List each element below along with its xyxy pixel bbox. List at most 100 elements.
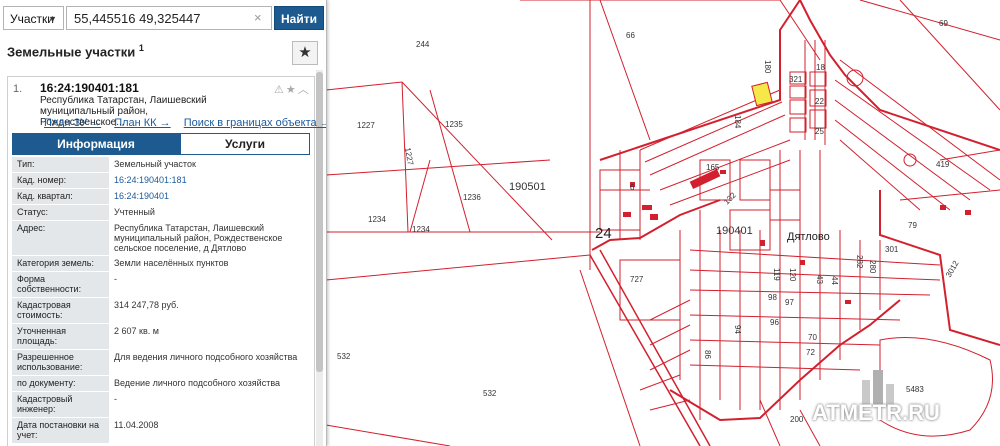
map-label: 44 (830, 276, 839, 285)
prop-key: Разрешенное использование: (12, 349, 109, 376)
map-label: 200 (790, 415, 804, 424)
result-links: План ЗУ → План КК → Поиск в границах объ… (44, 117, 326, 129)
map-label: 280 (868, 260, 877, 274)
map-label: 1227 (357, 121, 375, 130)
prop-value[interactable]: 16:24:190401 (109, 189, 310, 205)
find-button[interactable]: Найти (274, 6, 324, 30)
map-label: 532 (337, 352, 351, 361)
map-label: 66 (626, 31, 635, 40)
table-row: Тип: Земельный участок (12, 157, 310, 173)
table-row: Категория земель: Земли населённых пункто… (12, 255, 310, 272)
prop-value: - (114, 273, 117, 284)
panel-title: Земельные участки 1 (7, 43, 144, 59)
map-label: 180 (763, 60, 772, 74)
table-row: Дата постановки на учет: 11.04.2008 (12, 417, 310, 444)
search-in-bounds-link[interactable]: Поиск в границах объекта → (184, 117, 326, 129)
table-row: по документу: Ведение личного подсобного … (12, 375, 310, 392)
map-label: 25 (815, 127, 824, 136)
search-bar: Участки ▼ × Найти (3, 6, 324, 32)
map-label: 22 (815, 97, 824, 106)
table-row: Кадастровая стоимость: 314 247,78 руб. (12, 297, 310, 324)
prop-value: Для ведения личного подсобного хозяйства (114, 351, 298, 362)
map-label: 43 (815, 275, 824, 284)
map-label: 190501 (509, 181, 546, 193)
map-label: 79 (908, 221, 917, 230)
table-row: Статус: Учтенный (12, 204, 310, 221)
table-row: Форма собственности: - (12, 271, 310, 298)
map-label: 86 (703, 350, 712, 359)
prop-key: Кад. номер: (12, 172, 109, 189)
result-count: 1 (138, 43, 144, 53)
search-input[interactable] (66, 6, 272, 30)
map-label: 532 (483, 389, 497, 398)
map-label: 727 (630, 275, 644, 284)
plan-kk-link[interactable]: План КК → (114, 117, 170, 129)
map-label: 119 (772, 268, 781, 281)
map-label: 1234 (412, 225, 430, 234)
map-label: 24 (595, 225, 612, 242)
map-label: 190401 (716, 225, 753, 237)
prop-value: 11.04.2008 (114, 419, 159, 430)
tab-information[interactable]: Информация (12, 133, 180, 155)
prop-key: по документу: (12, 375, 109, 392)
prop-key: Категория земель: (12, 255, 109, 272)
properties-table: Тип: Земельный участок Кад. номер: 16:24:1… (12, 157, 310, 444)
star-icon[interactable]: ★ (286, 84, 298, 96)
map-label: 419 (936, 160, 950, 169)
chevron-down-icon: ▼ (48, 14, 57, 24)
map-label: 18 (816, 63, 825, 72)
table-row: Кад. квартал: 16:24:190401 (12, 188, 310, 205)
map-label: 69 (939, 19, 948, 28)
search-type-select[interactable]: Участки ▼ (3, 6, 64, 30)
map-label: 282 (855, 255, 864, 269)
prop-key: Статус: (12, 204, 109, 221)
table-row: Уточненная площадь: 2 607 кв. м (12, 323, 310, 350)
prop-value[interactable]: 16:24:190401:181 (109, 173, 310, 189)
result-actions: ⚠★︿ (274, 81, 311, 97)
plan-zu-link[interactable]: План ЗУ → (44, 117, 101, 129)
clear-icon[interactable]: × (254, 10, 262, 25)
table-row: Разрешенное использование: Для ведения ли… (12, 349, 310, 376)
prop-key: Уточненная площадь: (12, 323, 109, 350)
prop-key: Тип: (12, 157, 109, 173)
map-label: Дятлово (787, 231, 830, 243)
prop-key: Адрес: (12, 220, 109, 256)
prop-key: Кадастровый инженер: (12, 391, 109, 418)
map-label: 244 (416, 40, 430, 49)
prop-key: Кадастровая стоимость: (12, 297, 109, 324)
prop-value: Ведение личного подсобного хозяйства (114, 377, 281, 388)
prop-value: Учтенный (114, 206, 155, 217)
table-row: Кадастровый инженер: - (12, 391, 310, 418)
result-tabs: Информация Услуги (12, 133, 310, 155)
watermark-text: ATMETR.RU (812, 400, 940, 425)
map-label: 1235 (445, 120, 463, 129)
prop-value: Республика Татарстан, Лаишевский муницип… (114, 222, 283, 253)
map-label: 70 (808, 333, 817, 342)
search-panel: Участки ▼ × Найти Земельные участки 1 ★ … (0, 0, 327, 446)
map-label: 1234 (368, 215, 386, 224)
prop-value: 2 607 кв. м (114, 325, 159, 336)
prop-value: 314 247,78 руб. (114, 299, 179, 310)
map-label: 94 (733, 325, 742, 334)
map-label: 5483 (906, 385, 924, 394)
map-label: 96 (770, 318, 779, 327)
map-label: 321 (789, 75, 803, 84)
chevron-up-icon[interactable]: ︿ (298, 84, 311, 96)
map-label: 97 (785, 298, 794, 307)
map-label: 72 (806, 348, 815, 357)
prop-key: Форма собственности: (12, 271, 109, 298)
tab-services[interactable]: Услуги (180, 133, 310, 155)
warning-icon[interactable]: ⚠ (274, 84, 286, 96)
favorite-star-icon[interactable]: ★ (292, 41, 318, 65)
result-cad-number[interactable]: 16:24:190401:181 (40, 81, 139, 95)
map-label: 98 (768, 293, 777, 302)
map-label: 120 (788, 268, 797, 282)
map-label: 1236 (463, 193, 481, 202)
map-label: 184 (733, 115, 742, 129)
prop-key: Дата постановки на учет: (12, 417, 109, 444)
prop-key: Кад. квартал: (12, 188, 109, 205)
map-label: 165 (706, 163, 720, 172)
prop-value: Земли населённых пунктов (114, 257, 229, 268)
table-row: Кад. номер: 16:24:190401:181 (12, 172, 310, 189)
prop-value: Земельный участок (114, 159, 196, 169)
